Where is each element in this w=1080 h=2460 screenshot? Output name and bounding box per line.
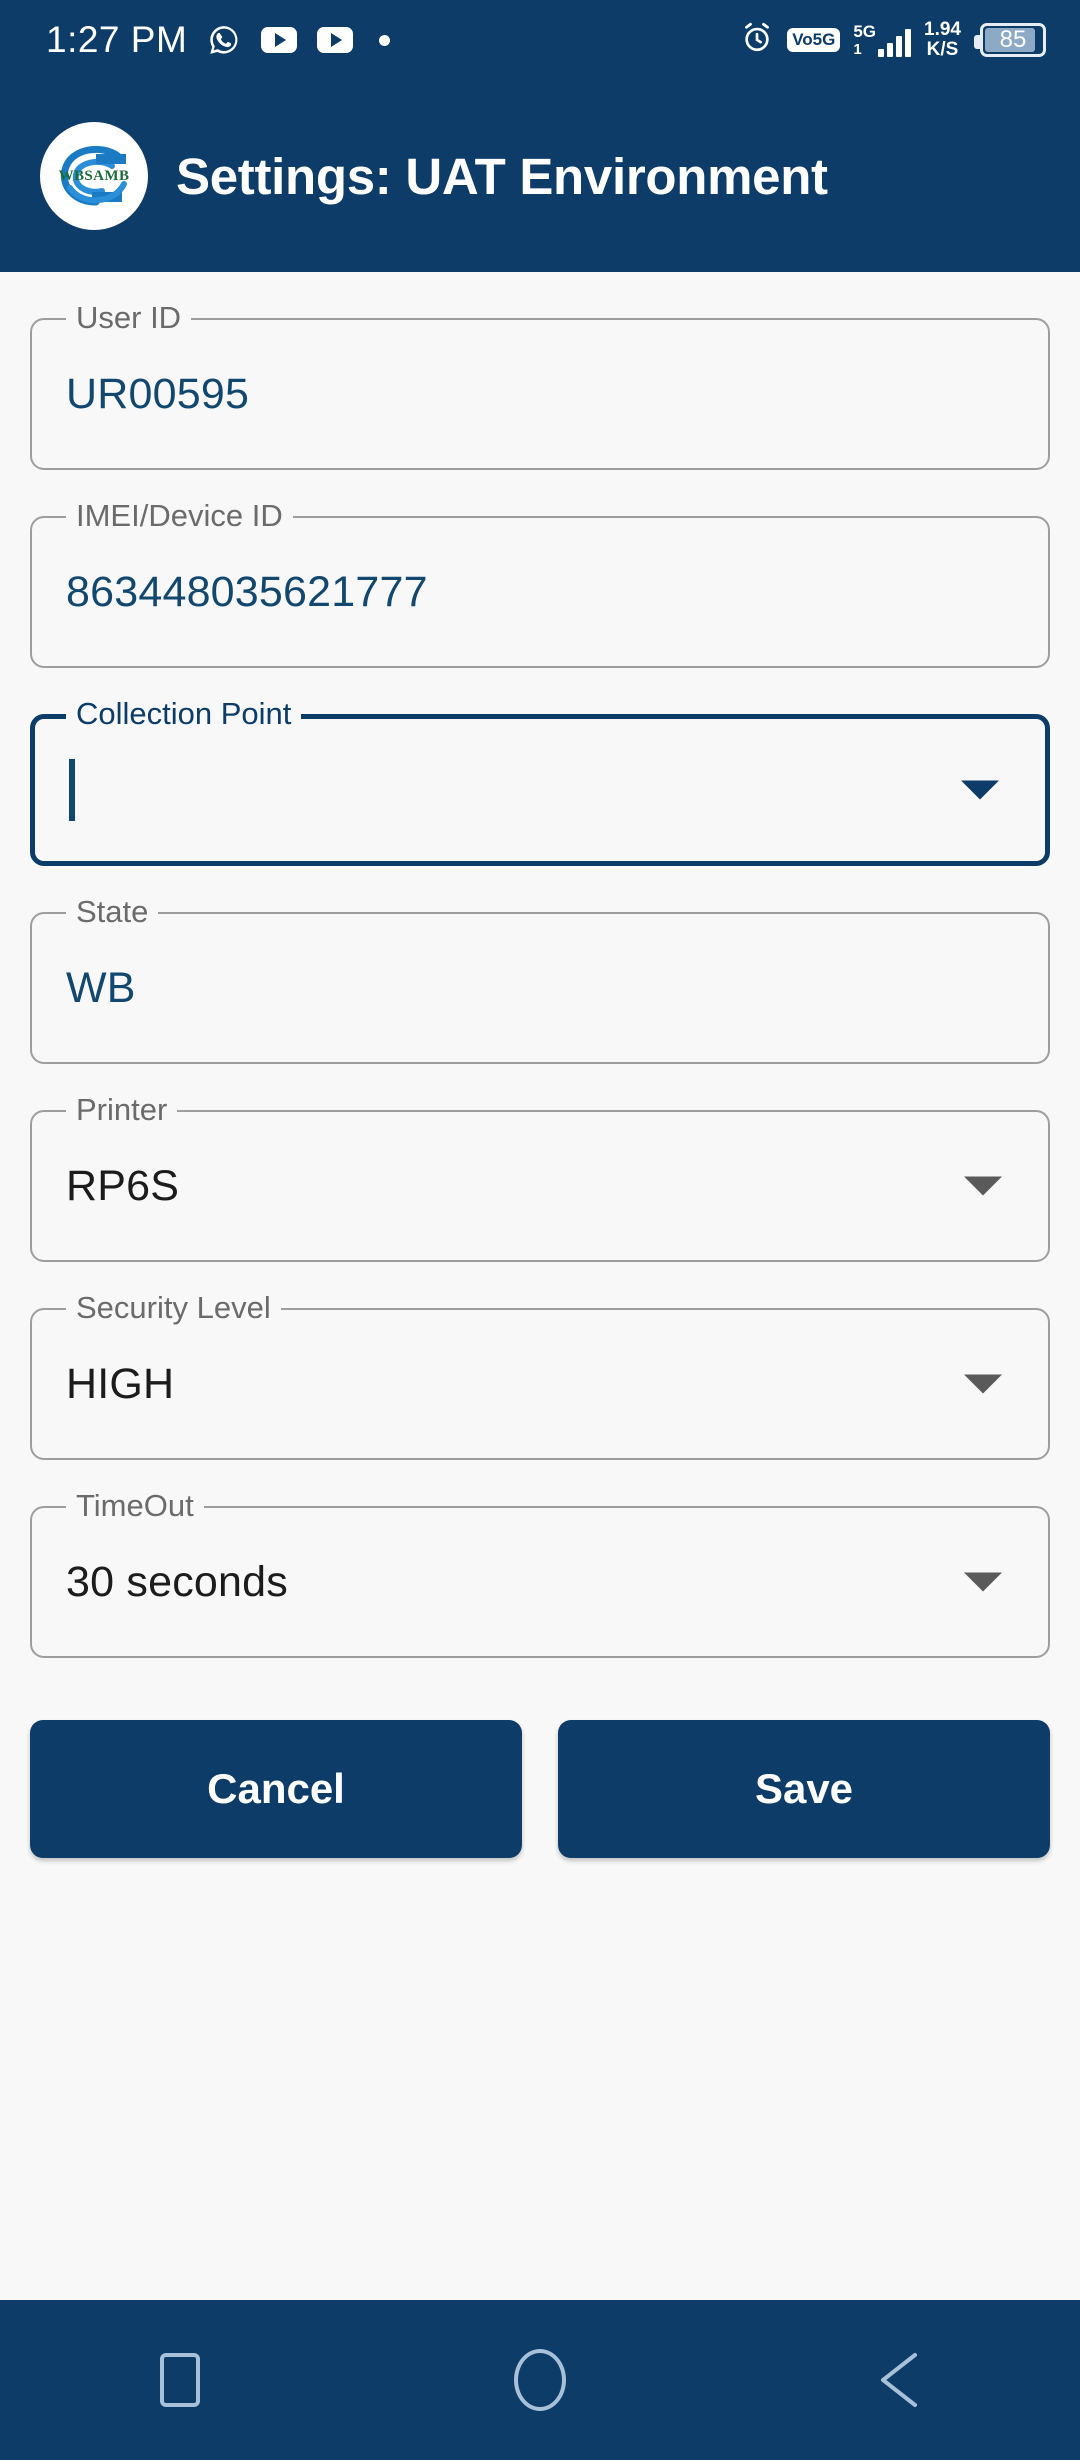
nav-back-button[interactable] [840, 2335, 960, 2425]
security-level-dropdown[interactable]: HIGH [30, 1308, 1050, 1460]
imei-device-id-input[interactable]: 863448035621777 [30, 516, 1050, 668]
alarm-icon [740, 21, 774, 60]
status-bar-clock: 1:27 PM [46, 19, 188, 60]
status-bar-right: Vo5G 5G 1 1.94 K/S 85 [740, 20, 1046, 60]
form-actions: Cancel Save [30, 1720, 1050, 1858]
triangle-back-icon [873, 2349, 927, 2411]
field-label-imei-device-id: IMEI/Device ID [66, 500, 293, 532]
dot-indicator-icon [379, 34, 391, 46]
field-collection-point: Collection Point [30, 698, 1050, 866]
nav-home-button[interactable] [480, 2335, 600, 2425]
field-label-printer: Printer [66, 1094, 178, 1126]
field-label-collection-point: Collection Point [66, 698, 302, 730]
network-sub-label: 1 [853, 41, 862, 58]
android-navigation-bar [0, 2300, 1080, 2460]
security-level-value: HIGH [66, 1359, 175, 1408]
state-input[interactable]: WB [30, 912, 1050, 1064]
timeout-dropdown[interactable]: 30 seconds [30, 1506, 1050, 1658]
app-header: WBSAMB Settings: UAT Environment [0, 80, 1080, 272]
field-label-state: State [66, 896, 159, 928]
nav-recents-button[interactable] [120, 2335, 240, 2425]
logo-text: WBSAMB [58, 167, 130, 184]
field-label-timeout: TimeOut [66, 1490, 204, 1522]
printer-value: RP6S [66, 1161, 180, 1210]
save-button[interactable]: Save [558, 1720, 1050, 1858]
signal-strength-icon [878, 27, 912, 57]
cancel-button[interactable]: Cancel [30, 1720, 522, 1858]
whatsapp-icon [207, 23, 241, 57]
page-title: Settings: UAT Environment [176, 147, 828, 205]
field-printer: Printer RP6S [30, 1094, 1050, 1262]
chevron-down-icon[interactable] [964, 1572, 1002, 1592]
field-timeout: TimeOut 30 seconds [30, 1490, 1050, 1658]
data-rate-value: 1.94 [924, 19, 961, 41]
square-icon [160, 2353, 200, 2407]
user-id-input[interactable]: UR00595 [30, 318, 1050, 470]
printer-dropdown[interactable]: RP6S [30, 1110, 1050, 1262]
chevron-down-icon[interactable] [961, 780, 999, 800]
field-user-id: User ID UR00595 [30, 302, 1050, 470]
status-bar-left: 1:27 PM [46, 19, 391, 61]
data-rate-unit: K/S [926, 39, 959, 60]
circle-icon [514, 2349, 566, 2411]
youtube-icon [317, 27, 354, 53]
collection-point-dropdown[interactable] [30, 714, 1050, 866]
text-cursor [69, 759, 75, 821]
chevron-down-icon[interactable] [964, 1374, 1002, 1394]
battery-level-label: 85 [999, 26, 1027, 53]
user-id-value: UR00595 [66, 369, 250, 418]
settings-form: User ID UR00595 IMEI/Device ID 863448035… [0, 302, 1080, 1858]
field-label-security-level: Security Level [66, 1292, 281, 1324]
youtube-icon [261, 27, 298, 53]
status-bar: 1:27 PM Vo5G 5G 1 1.94 K/S 85 [0, 0, 1080, 80]
volte-badge: Vo5G [787, 28, 841, 52]
field-label-user-id: User ID [66, 302, 192, 334]
network-type-label: 5G [853, 22, 877, 41]
battery-icon: 85 [974, 23, 1046, 57]
imei-device-id-value: 863448035621777 [66, 567, 428, 616]
data-rate-indicator: 1.94 K/S [924, 20, 961, 60]
timeout-value: 30 seconds [66, 1557, 288, 1606]
chevron-down-icon[interactable] [964, 1176, 1002, 1196]
network-type-indicator: 5G 1 [853, 22, 912, 58]
field-security-level: Security Level HIGH [30, 1292, 1050, 1460]
field-imei-device-id: IMEI/Device ID 863448035621777 [30, 500, 1050, 668]
field-state: State WB [30, 896, 1050, 1064]
app-logo: WBSAMB [40, 122, 148, 230]
state-value: WB [66, 963, 136, 1012]
